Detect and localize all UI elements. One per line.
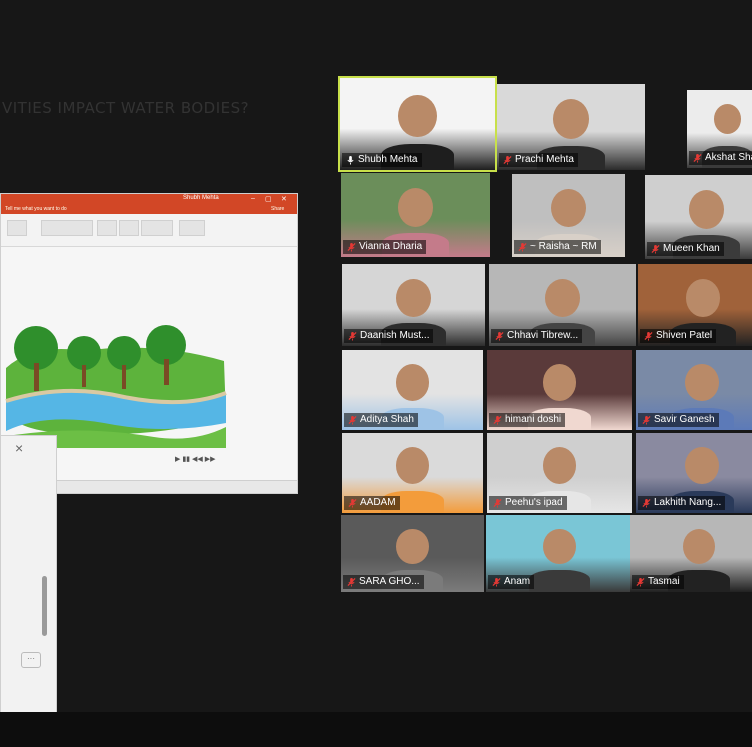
participant-face [685,364,719,402]
participant-face [688,190,725,229]
ribbon-tool[interactable] [7,220,27,236]
muted-mic-icon [693,153,702,163]
participant-tile[interactable]: Savir Ganesh [636,350,752,430]
participant-name: Lakhith Nang... [638,496,726,510]
participant-name: Peehu's ipad [489,496,567,510]
ppt-title-bar: Shubh Mehta – ▢ ✕ [1,194,297,205]
participant-tile[interactable]: Vianna Dharia [341,173,490,257]
muted-mic-icon [493,498,502,508]
ribbon-arrange[interactable] [97,220,117,236]
participant-tile[interactable]: Aditya Shah [342,350,483,430]
participant-name: Shubh Mehta [342,153,422,167]
ribbon-shape-fill[interactable] [141,220,173,236]
participant-name: ~ Raisha ~ RM [514,240,601,254]
participant-tile[interactable]: himani doshi [487,350,632,430]
participant-tile[interactable]: Prachi Mehta [497,84,645,170]
muted-mic-icon [348,415,357,425]
participant-tile[interactable]: SARA GHO... [341,515,484,592]
ppt-tab-bar: Tell me what you want to do Share [1,205,297,214]
participant-tile[interactable]: Akshat Shah [687,90,752,168]
participant-face [551,188,586,228]
muted-mic-icon [348,331,357,341]
muted-mic-icon [347,242,356,252]
chat-side-panel: × ··· [0,435,57,718]
muted-mic-icon [493,415,502,425]
participant-tile[interactable]: Anam [486,515,633,592]
participant-face [398,94,437,138]
ppt-share-button[interactable]: Share [271,206,284,212]
ribbon-shapes[interactable] [41,220,93,236]
minimize-icon[interactable]: – [251,195,255,202]
muted-mic-icon [495,331,504,341]
river-illustration [5,325,227,448]
participant-tile[interactable]: Daanish Must... [342,264,485,346]
mic-icon [347,155,354,165]
participant-name: Mueen Khan [647,242,724,256]
participant-face [543,528,576,565]
muted-mic-icon [642,498,651,508]
ppt-window-user: Shubh Mehta [183,195,219,201]
participant-name: AADAM [344,496,400,510]
participant-body [528,570,591,592]
muted-mic-icon [644,331,653,341]
participant-name: Akshat Shah [689,151,752,165]
participant-name: Savir Ganesh [638,413,719,427]
participant-face [552,99,590,140]
participant-name: Vianna Dharia [343,240,427,254]
participant-name: Chhavi Tibrew... [491,329,583,343]
participant-name: Anam [488,575,535,589]
muted-mic-icon [642,415,651,425]
muted-mic-icon [518,242,527,252]
muted-mic-icon [636,577,645,587]
participant-tile[interactable]: Chhavi Tibrew... [489,264,636,346]
participant-name: Prachi Mehta [499,153,578,167]
participant-face [545,278,580,317]
ppt-ribbon [1,214,297,247]
participant-name: Aditya Shah [344,413,418,427]
participant-tile[interactable]: Tasmai [630,515,752,592]
muted-mic-icon [503,155,512,165]
participant-face [713,104,742,135]
panel-scrollbar[interactable] [42,576,47,636]
muted-mic-icon [651,244,660,254]
close-icon[interactable]: × [15,440,23,456]
slide-title: VITIES IMPACT WATER BODIES? [2,99,250,117]
maximize-icon[interactable]: ▢ [265,195,272,203]
participant-tile[interactable]: Shiven Patel [638,264,752,346]
more-options-button[interactable]: ··· [21,652,41,668]
participant-face [685,447,719,485]
tell-me-box[interactable]: Tell me what you want to do [5,206,67,212]
participant-tile[interactable]: Shubh Mehta [338,76,497,172]
participant-tile[interactable]: AADAM [342,433,483,513]
participant-tile[interactable]: Peehu's ipad [487,433,632,513]
muted-mic-icon [347,577,356,587]
ribbon-find[interactable] [179,220,205,236]
participant-tile[interactable]: ~ Raisha ~ RM [512,174,625,257]
participant-face [396,528,429,565]
participant-name: Daanish Must... [344,329,434,343]
participant-face [396,278,431,317]
participant-name: Tasmai [632,575,684,589]
monitor-bezel [0,712,752,747]
muted-mic-icon [348,498,357,508]
participant-tile[interactable]: Lakhith Nang... [636,433,752,513]
participant-face [397,188,434,227]
participant-face [685,278,721,317]
participant-name: Shiven Patel [640,329,717,343]
participant-name: SARA GHO... [343,575,424,589]
slide-playback-controls[interactable]: ▶ ▮▮ ◀◀ ▶▶ [175,455,215,463]
participant-tile[interactable]: Mueen Khan [645,175,752,259]
participant-name: himani doshi [489,413,566,427]
muted-mic-icon [492,577,501,587]
ribbon-quick-styles[interactable] [119,220,139,236]
close-window-icon[interactable]: ✕ [281,195,287,203]
